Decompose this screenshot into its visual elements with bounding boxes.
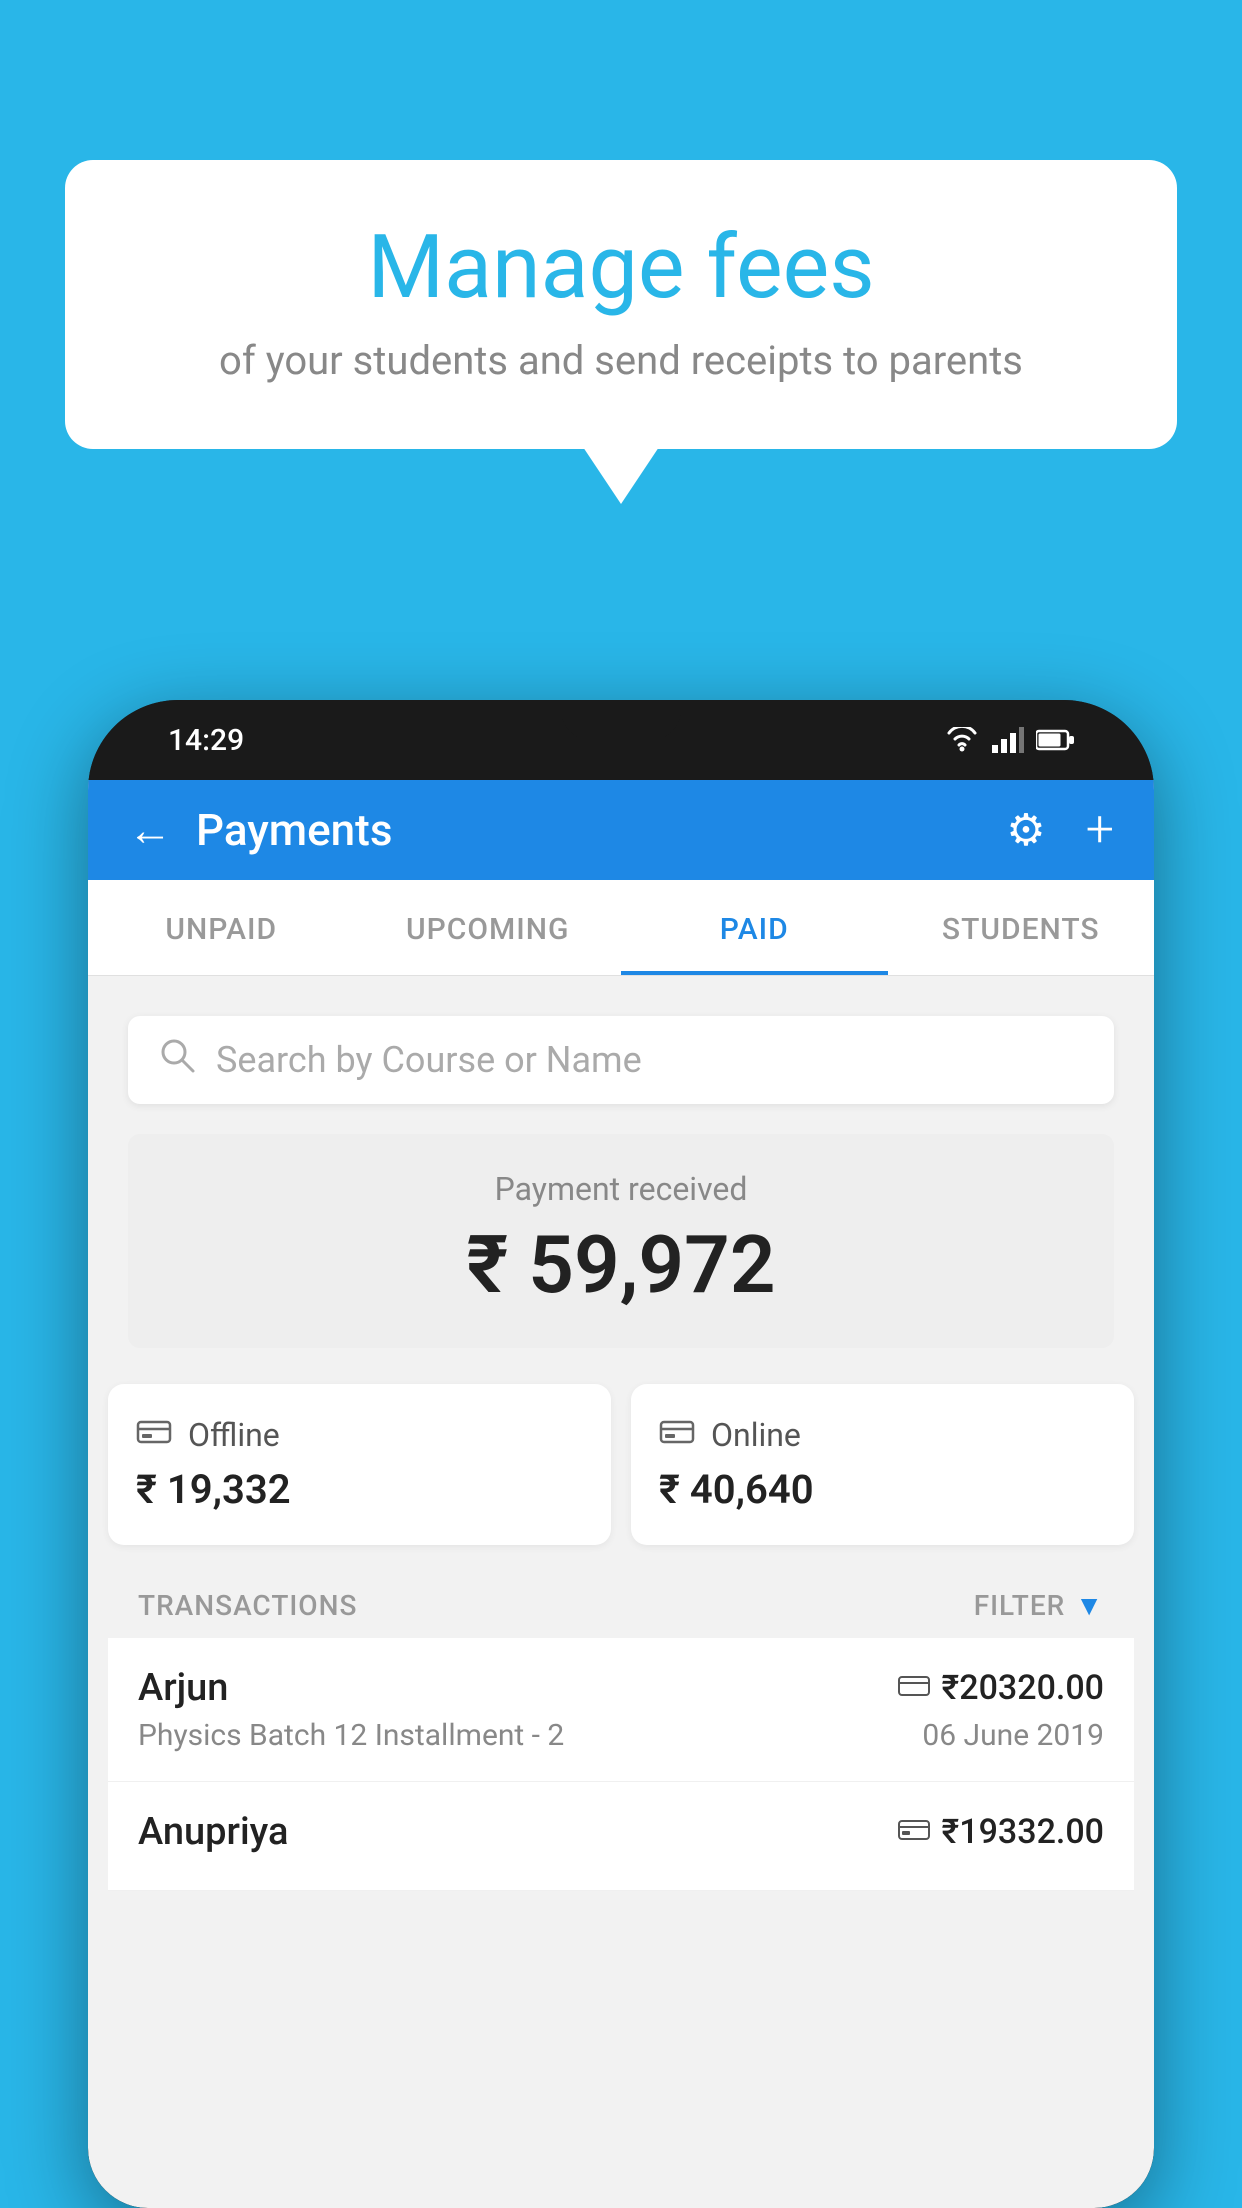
tab-bar: UNPAID UPCOMING PAID STUDENTS	[88, 880, 1154, 976]
tab-students[interactable]: STUDENTS	[888, 880, 1155, 975]
search-input[interactable]: Search by Course or Name	[216, 1039, 642, 1081]
speech-bubble: Manage fees of your students and send re…	[65, 160, 1177, 449]
offline-card-header: Offline	[136, 1416, 583, 1454]
online-card: Online ₹ 40,640	[631, 1384, 1134, 1545]
payment-summary: Payment received ₹ 59,972	[128, 1134, 1114, 1348]
online-icon	[659, 1416, 695, 1454]
online-amount: ₹ 40,640	[659, 1466, 1106, 1513]
gear-icon[interactable]: ⚙	[1006, 804, 1045, 856]
search-icon	[158, 1036, 196, 1084]
signal-icon	[992, 727, 1024, 753]
payment-total-amount: ₹ 59,972	[158, 1218, 1084, 1312]
offline-icon	[136, 1416, 172, 1454]
student-name: Anupriya	[138, 1810, 288, 1854]
course-info: Physics Batch 12 Installment - 2	[138, 1718, 564, 1753]
transaction-amount: ₹20320.00	[942, 1668, 1104, 1708]
bubble-subtitle: of your students and send receipts to pa…	[125, 337, 1117, 384]
transactions-label: TRANSACTIONS	[138, 1589, 357, 1622]
transaction-row[interactable]: Arjun ₹20320.00 Physics Batch 12 Install…	[108, 1638, 1134, 1782]
filter-icon: ▼	[1075, 1589, 1104, 1622]
status-time: 14:29	[168, 723, 244, 758]
payment-received-label: Payment received	[158, 1170, 1084, 1208]
back-button[interactable]: ←	[128, 804, 172, 856]
add-button[interactable]: +	[1086, 801, 1114, 859]
tab-paid[interactable]: PAID	[621, 880, 888, 975]
online-card-header: Online	[659, 1416, 1106, 1454]
tab-unpaid[interactable]: UNPAID	[88, 880, 355, 975]
notch	[561, 700, 681, 740]
transaction-bottom-row: Physics Batch 12 Installment - 2 06 June…	[138, 1718, 1104, 1753]
transaction-amount: ₹19332.00	[942, 1812, 1104, 1852]
status-icons	[944, 727, 1074, 753]
payment-cards: Offline ₹ 19,332 Online ₹ 40,640	[108, 1384, 1134, 1545]
battery-icon	[1036, 729, 1074, 751]
tab-upcoming[interactable]: UPCOMING	[355, 880, 622, 975]
transaction-top-row: Arjun ₹20320.00	[138, 1666, 1104, 1710]
offline-amount: ₹ 19,332	[136, 1466, 583, 1513]
header-right: ⚙ +	[1006, 801, 1114, 859]
page-title: Payments	[196, 804, 392, 856]
status-bar: 14:29	[88, 700, 1154, 780]
app-header: ← Payments ⚙ +	[88, 780, 1154, 880]
transaction-date: 06 June 2019	[922, 1718, 1104, 1753]
filter-label: FILTER	[974, 1589, 1066, 1622]
header-left: ← Payments	[128, 804, 392, 856]
phone-frame: 14:29 ←	[88, 700, 1154, 2208]
amount-right: ₹20320.00	[898, 1668, 1104, 1708]
app-screen: ← Payments ⚙ + UNPAID UPCOMING PAID STUD…	[88, 780, 1154, 2208]
bubble-title: Manage fees	[125, 220, 1117, 317]
transactions-header: TRANSACTIONS FILTER ▼	[108, 1565, 1134, 1638]
student-name: Arjun	[138, 1666, 228, 1710]
offline-payment-icon	[898, 1815, 930, 1850]
transaction-row[interactable]: Anupriya ₹19332.00	[108, 1782, 1134, 1891]
offline-label: Offline	[188, 1416, 280, 1454]
wifi-icon	[944, 727, 980, 753]
filter-button[interactable]: FILTER ▼	[974, 1589, 1104, 1622]
amount-right: ₹19332.00	[898, 1812, 1104, 1852]
online-payment-icon	[898, 1671, 930, 1706]
offline-card: Offline ₹ 19,332	[108, 1384, 611, 1545]
transaction-top-row: Anupriya ₹19332.00	[138, 1810, 1104, 1854]
online-label: Online	[711, 1416, 801, 1454]
search-bar[interactable]: Search by Course or Name	[128, 1016, 1114, 1104]
